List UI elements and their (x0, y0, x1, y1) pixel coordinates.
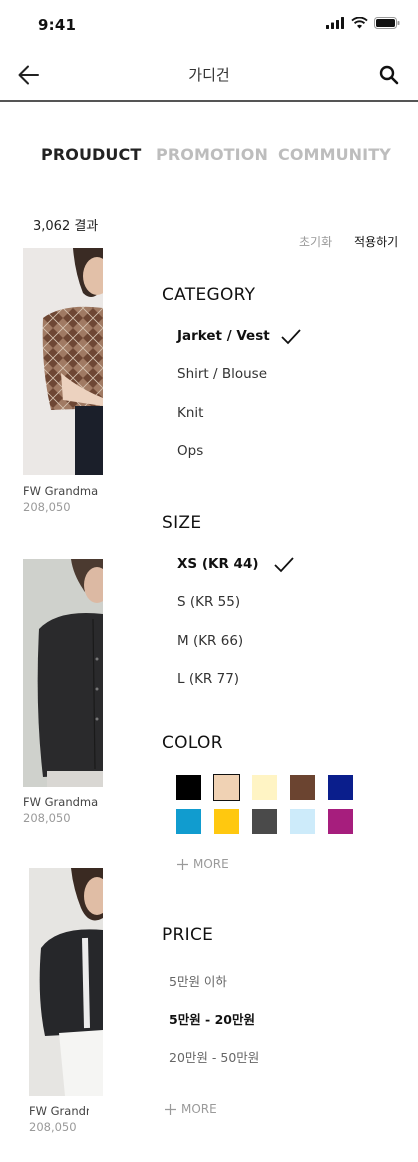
product-name: FW Grandma (23, 795, 99, 809)
tab-promotion[interactable]: PROMOTION (156, 145, 268, 164)
product-image[interactable] (23, 248, 103, 475)
reset-button[interactable]: 초기화 (299, 233, 332, 250)
status-icons (326, 17, 400, 29)
battery-icon (374, 17, 400, 29)
search-icon[interactable] (378, 64, 400, 86)
color-swatch[interactable] (328, 809, 353, 834)
check-icon (281, 329, 301, 345)
price-title: PRICE (162, 925, 214, 945)
category-option-knit[interactable]: Knit (177, 405, 203, 421)
product-name: FW Grandma (23, 484, 99, 498)
price-more-button[interactable]: MORE (164, 1102, 217, 1116)
size-title: SIZE (162, 513, 202, 533)
result-count: 3,062 결과 (33, 219, 99, 234)
color-swatch[interactable] (290, 775, 315, 800)
color-swatch[interactable] (214, 809, 239, 834)
color-swatch[interactable] (328, 775, 353, 800)
color-swatch[interactable] (290, 809, 315, 834)
size-option-s[interactable]: S (KR 55) (177, 594, 240, 610)
size-option-m[interactable]: M (KR 66) (177, 633, 243, 649)
status-time: 9:41 (38, 16, 77, 34)
tab-community[interactable]: COMMUNITY (278, 145, 391, 164)
color-title: COLOR (162, 733, 223, 753)
category-option-ops[interactable]: Ops (177, 443, 203, 459)
color-more-button[interactable]: MORE (176, 857, 229, 871)
category-tabs: PROUDUCT PROMOTION COMMUNITY (0, 145, 418, 169)
product-image[interactable] (29, 868, 103, 1096)
price-more-label: MORE (181, 1102, 217, 1116)
apply-button[interactable]: 적용하기 (354, 233, 398, 250)
color-swatch[interactable] (252, 809, 277, 834)
price-option-20-50[interactable]: 20만원 - 50만원 (169, 1047, 259, 1066)
product-price: 208,050 (23, 500, 71, 514)
plus-icon (165, 1103, 176, 1115)
status-bar: 9:41 (0, 0, 418, 48)
check-icon (274, 557, 294, 573)
category-title: CATEGORY (162, 285, 256, 305)
category-option-jacket[interactable]: Jarket / Vest (177, 328, 270, 344)
color-swatch[interactable] (176, 775, 201, 800)
color-swatch[interactable] (252, 775, 277, 800)
color-swatch[interactable] (176, 809, 201, 834)
color-more-label: MORE (193, 857, 229, 871)
product-price: 208,050 (23, 811, 71, 825)
price-option-5-20[interactable]: 5만원 - 20만원 (169, 1009, 255, 1028)
product-image[interactable] (23, 559, 103, 787)
product-price: 208,050 (29, 1120, 77, 1134)
category-option-shirt[interactable]: Shirt / Blouse (177, 366, 267, 382)
tab-product[interactable]: PROUDUCT (41, 145, 141, 164)
size-option-l[interactable]: L (KR 77) (177, 671, 239, 687)
product-name: FW Grandma (29, 1104, 89, 1118)
nav-bar: 가디건 (0, 52, 418, 102)
page-title: 가디건 (188, 66, 230, 84)
size-option-xs[interactable]: XS (KR 44) (177, 556, 259, 572)
wifi-icon (351, 17, 368, 29)
plus-icon (177, 858, 188, 870)
signal-icon (326, 17, 344, 29)
color-swatch[interactable] (213, 774, 240, 801)
price-option-under-5[interactable]: 5만원 이하 (169, 971, 227, 990)
